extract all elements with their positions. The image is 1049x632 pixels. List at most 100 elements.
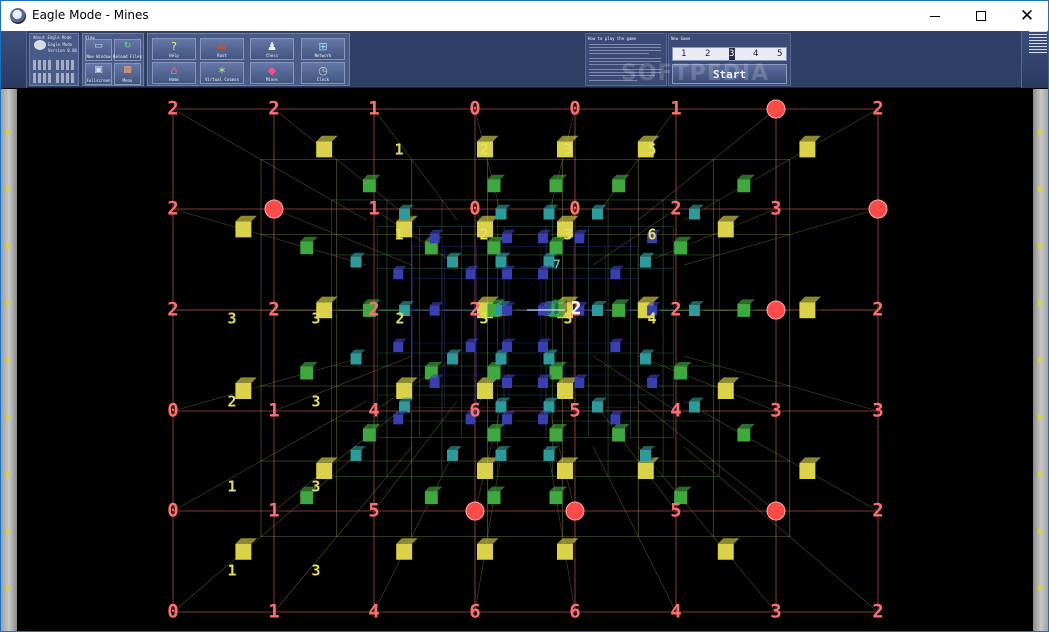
- hidden-cell-cube[interactable]: [549, 423, 568, 442]
- hidden-cell-cube[interactable]: [538, 265, 552, 280]
- about-thumb-4[interactable]: [56, 73, 76, 83]
- main-menu-grip[interactable]: [1029, 31, 1047, 55]
- outer-cell-number[interactable]: 2: [368, 299, 379, 321]
- hidden-cell-cube[interactable]: [674, 236, 692, 255]
- outer-cell-number[interactable]: 2: [167, 198, 178, 220]
- hidden-cell-cube[interactable]: [610, 265, 624, 280]
- hidden-cell-cube[interactable]: [574, 374, 588, 389]
- hidden-cell-cube[interactable]: [549, 174, 568, 193]
- about-thumb-1[interactable]: [33, 60, 53, 70]
- outer-cell-number[interactable]: 6: [569, 601, 580, 623]
- hidden-cell-cube[interactable]: [639, 252, 655, 268]
- hidden-cell-cube[interactable]: [799, 296, 821, 319]
- inner-cell-number[interactable]: 1: [227, 562, 236, 580]
- hidden-cell-cube[interactable]: [639, 349, 655, 365]
- hidden-cell-cube[interactable]: [612, 299, 630, 317]
- hidden-cell-cube[interactable]: [477, 377, 499, 399]
- hidden-cell-cube[interactable]: [538, 229, 552, 244]
- chess-button[interactable]: ♟ Chess: [250, 38, 294, 60]
- mine-icon[interactable]: [868, 199, 888, 219]
- hidden-cell-cube[interactable]: [612, 174, 630, 193]
- inner-cell-number[interactable]: 3: [311, 393, 320, 411]
- inner-cell-number[interactable]: 5: [647, 141, 656, 159]
- inner-cell-number[interactable]: 1: [394, 141, 403, 159]
- outer-cell-number[interactable]: 2: [670, 198, 681, 220]
- outer-cell-number[interactable]: 2: [167, 98, 178, 120]
- inner-cell-number[interactable]: 2: [395, 310, 404, 328]
- mine-icon[interactable]: [565, 501, 585, 521]
- outer-cell-number[interactable]: 0: [569, 198, 580, 220]
- inner-cell-number[interactable]: 2: [479, 226, 488, 244]
- about-panel[interactable]: About Eagle Mode Eagle Mode Version 0.86: [29, 33, 79, 86]
- level-2[interactable]: 2: [705, 49, 710, 59]
- new-window-button[interactable]: ▭ New Window: [85, 39, 112, 61]
- hidden-cell-cube[interactable]: [610, 410, 624, 425]
- inner-cell-number[interactable]: 3: [311, 478, 320, 496]
- hidden-cell-cube[interactable]: [799, 457, 821, 479]
- hidden-cell-cube[interactable]: [502, 265, 516, 280]
- hidden-cell-cube[interactable]: [235, 538, 257, 560]
- inner-cell-number[interactable]: 2: [227, 393, 236, 411]
- hidden-cell-cube[interactable]: [399, 397, 414, 413]
- outer-cell-number[interactable]: 1: [670, 98, 681, 120]
- hidden-cell-cube[interactable]: [487, 361, 506, 380]
- level-4[interactable]: 4: [753, 49, 758, 59]
- hidden-cell-cube[interactable]: [396, 377, 418, 399]
- inner-cell-number[interactable]: 3: [311, 562, 320, 580]
- hidden-cell-cube[interactable]: [495, 204, 511, 220]
- network-button[interactable]: ⊞ Network: [301, 38, 345, 60]
- hidden-cell-cube[interactable]: [538, 410, 552, 425]
- menu-button[interactable]: ▦ Menu: [114, 63, 141, 85]
- hidden-cell-cube[interactable]: [350, 446, 366, 461]
- hidden-cell-cube[interactable]: [647, 374, 661, 389]
- hidden-cell-cube[interactable]: [487, 423, 506, 442]
- hidden-cell-cube[interactable]: [549, 486, 568, 505]
- outer-cell-number[interactable]: 3: [872, 400, 883, 422]
- outer-cell-number[interactable]: 2: [872, 299, 883, 321]
- hidden-cell-cube[interactable]: [538, 374, 552, 389]
- mine-icon[interactable]: [766, 99, 786, 119]
- help-button[interactable]: ? Help: [152, 38, 196, 60]
- inner-cell-number[interactable]: 3: [479, 310, 488, 328]
- hidden-cell-cube[interactable]: [393, 338, 407, 353]
- outer-cell-number[interactable]: 2: [872, 98, 883, 120]
- about-thumb-3[interactable]: [33, 73, 53, 83]
- outer-cell-number[interactable]: 2: [872, 601, 883, 623]
- hidden-cell-cube[interactable]: [737, 423, 755, 442]
- left-slider-rail[interactable]: [1, 89, 17, 631]
- virtual-cosmos-button[interactable]: ✶ Virtual Cosmos: [200, 62, 244, 84]
- hidden-cell-cube[interactable]: [429, 302, 444, 316]
- hidden-cell-cube[interactable]: [557, 538, 579, 560]
- hidden-cell-cube[interactable]: [717, 377, 740, 399]
- hidden-cell-cube[interactable]: [393, 265, 407, 280]
- hidden-cell-cube[interactable]: [393, 410, 407, 425]
- hidden-cell-cube[interactable]: [465, 265, 480, 280]
- hidden-cell-cube[interactable]: [447, 252, 462, 268]
- inner-cell-number[interactable]: 7: [553, 258, 560, 272]
- hidden-cell-cube[interactable]: [502, 338, 516, 353]
- inner-cell-number[interactable]: 3: [563, 141, 572, 159]
- hidden-cell-cube[interactable]: [316, 135, 338, 158]
- mines-3d-board[interactable]: 2 2 1 0 0 1 22 1 0 0 2 32 2 2 2 2 2 20 1 4 6 5 4 3 30 1 5 5 20 1 4 6 6 4 3…: [17, 89, 1033, 632]
- hidden-cell-cube[interactable]: [235, 215, 257, 238]
- hidden-cell-cube[interactable]: [717, 538, 740, 560]
- hidden-cell-cube[interactable]: [543, 204, 559, 220]
- hidden-cell-cube[interactable]: [591, 204, 607, 220]
- outer-cell-number[interactable]: 2: [872, 500, 883, 522]
- hidden-cell-cube[interactable]: [495, 446, 511, 461]
- outer-cell-number[interactable]: 1: [268, 400, 279, 422]
- level-1[interactable]: 1: [681, 49, 686, 59]
- hidden-cell-cube[interactable]: [538, 302, 552, 316]
- mines-playfield[interactable]: 2210012210023222222201465433015520146643…: [17, 89, 1033, 632]
- hidden-cell-cube[interactable]: [591, 397, 607, 413]
- hidden-cell-cube[interactable]: [717, 215, 740, 238]
- hidden-cell-cube[interactable]: [487, 174, 506, 193]
- outer-cell-number[interactable]: 5: [368, 500, 379, 522]
- outer-cell-number[interactable]: 0: [469, 98, 480, 120]
- hidden-cell-cube[interactable]: [465, 338, 480, 353]
- hidden-cell-cube[interactable]: [362, 174, 381, 193]
- outer-cell-number[interactable]: 0: [167, 601, 178, 623]
- inner-cell-number[interactable]: 6: [647, 226, 656, 244]
- hidden-cell-cube[interactable]: [557, 457, 579, 479]
- outer-cell-number[interactable]: 2: [670, 299, 681, 321]
